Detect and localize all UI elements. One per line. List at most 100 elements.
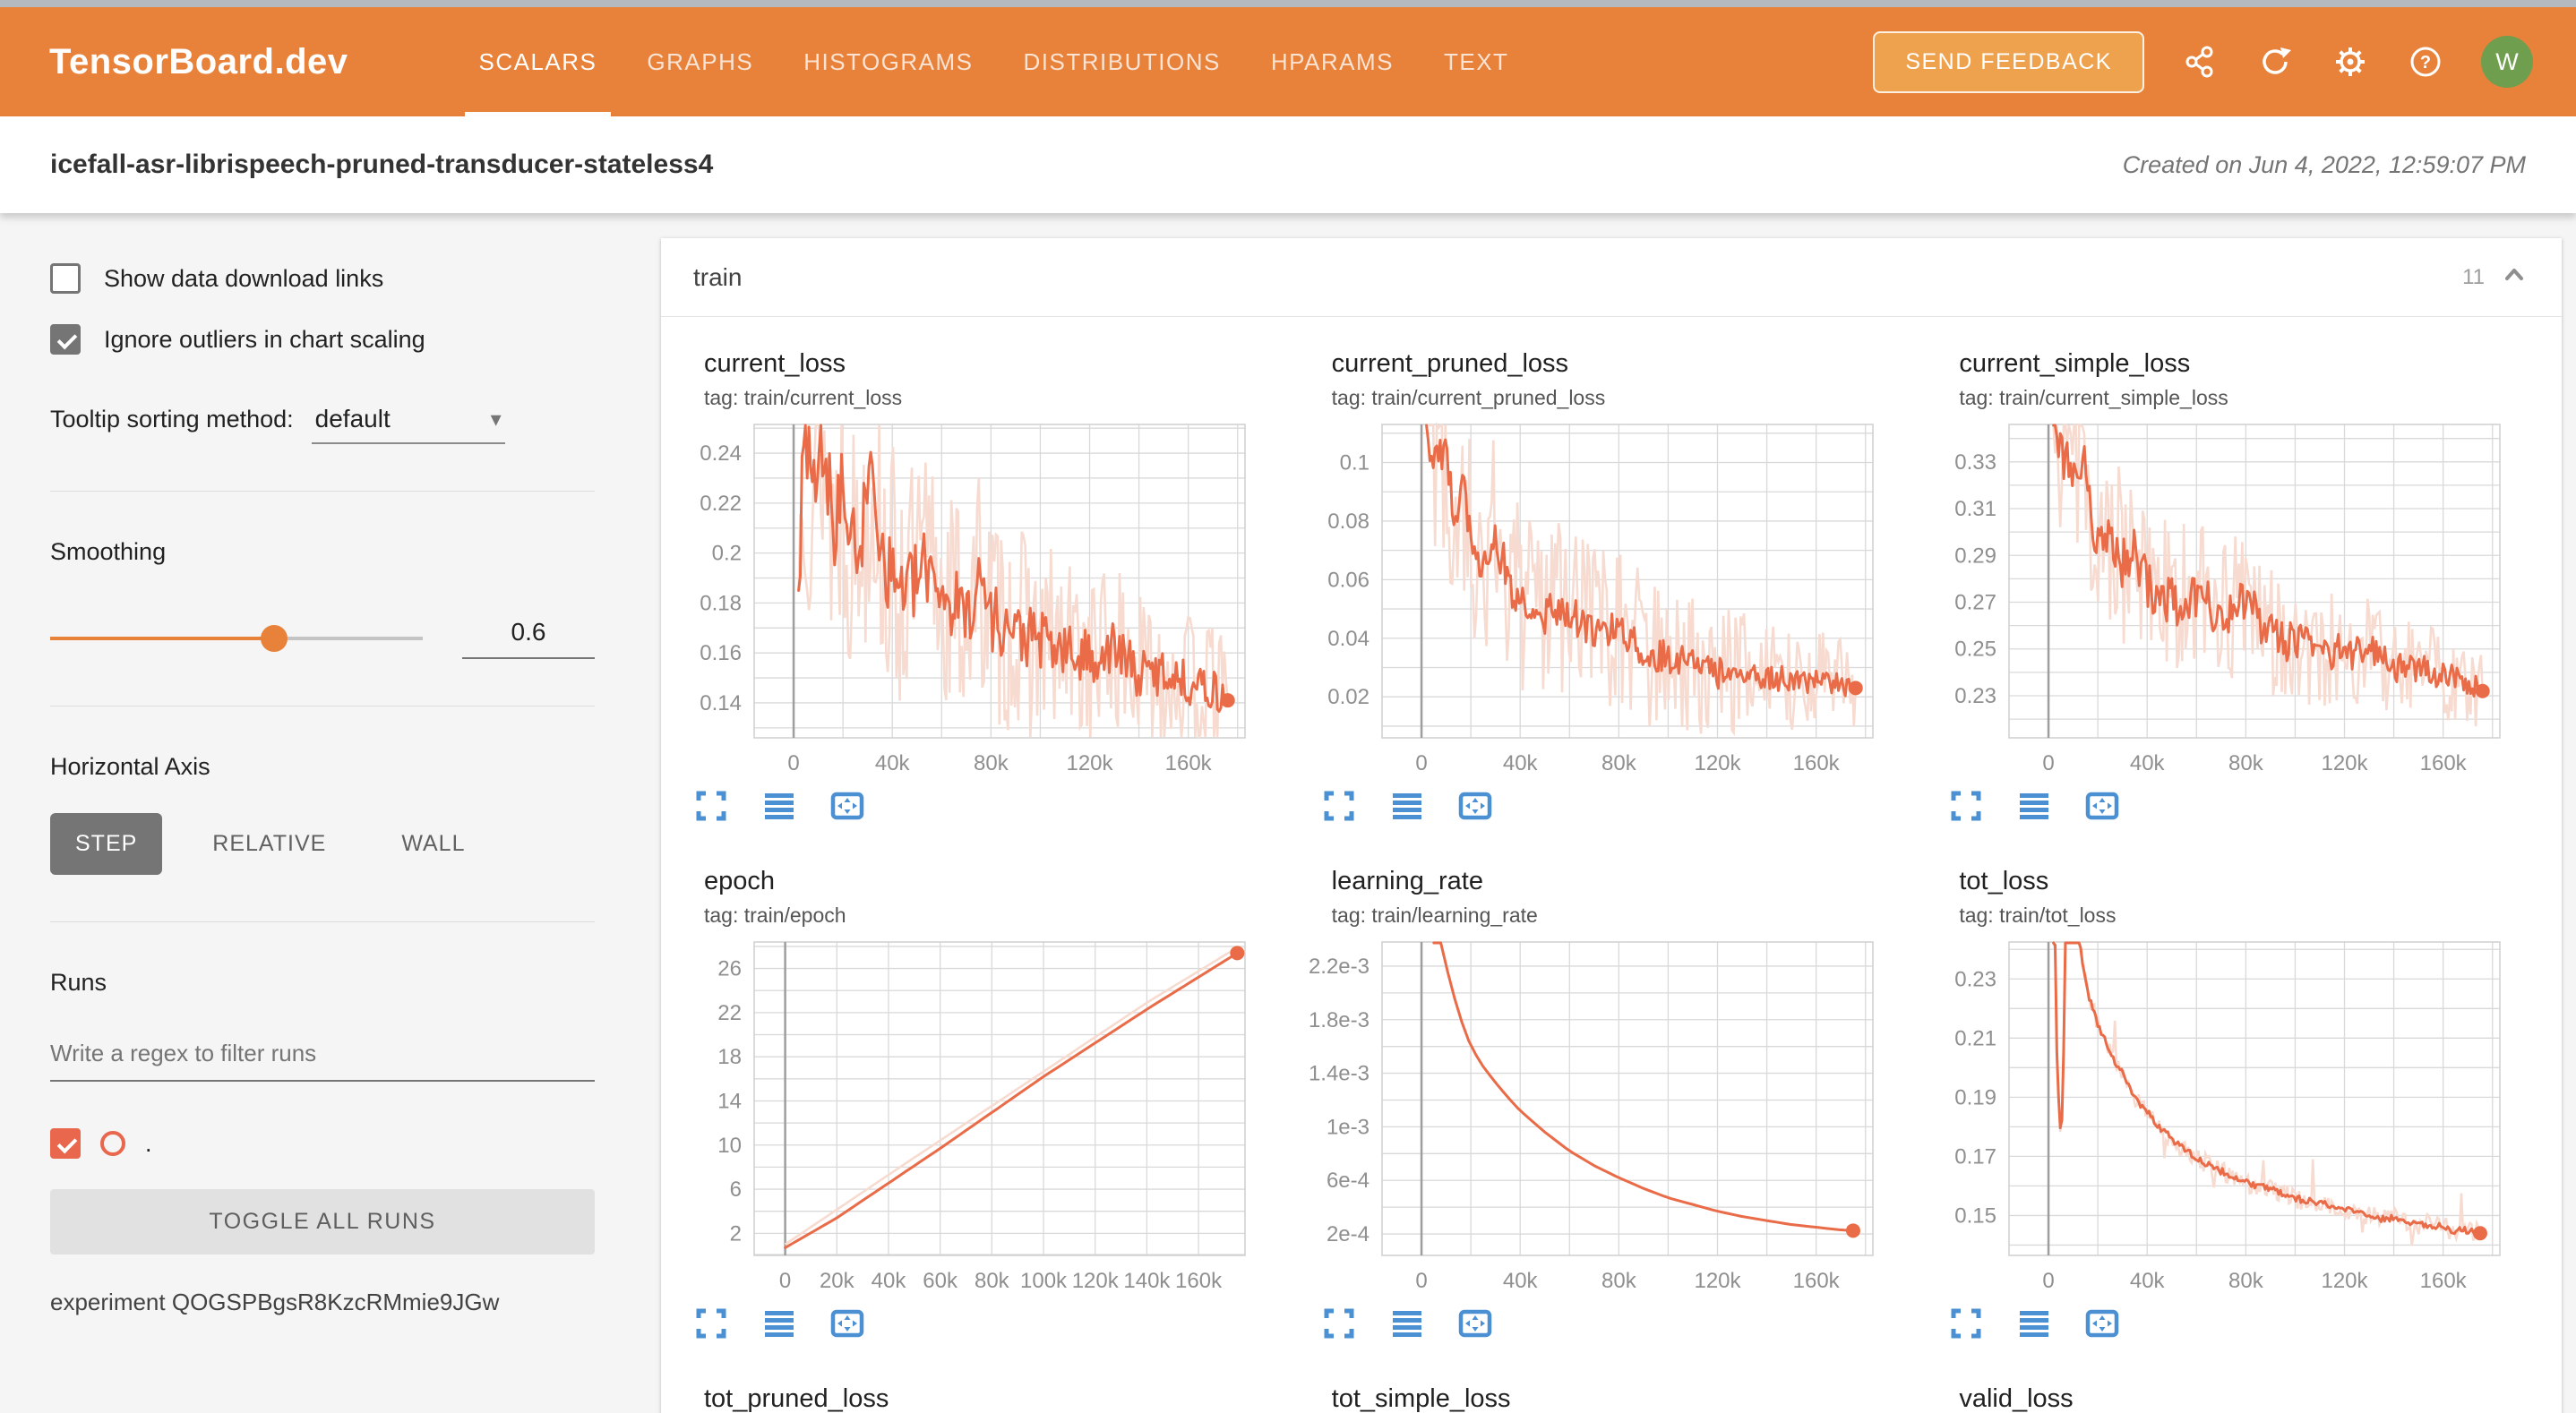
svg-text:80k: 80k	[1601, 1269, 1637, 1293]
svg-text:40k: 40k	[2130, 1269, 2166, 1293]
svg-text:40k: 40k	[875, 751, 911, 775]
runs-list-icon[interactable]	[760, 1304, 799, 1343]
chart-actions	[1946, 786, 2544, 826]
runs-list-icon[interactable]	[2014, 1304, 2054, 1343]
settings-sidebar: Show data download links Ignore outliers…	[0, 213, 645, 1413]
svg-text:10: 10	[717, 1134, 742, 1158]
tab-text[interactable]: TEXT	[1419, 7, 1533, 116]
fullscreen-icon[interactable]	[691, 1304, 731, 1343]
chart-plot[interactable]: 262218141062020k40k60k80k100k120k140k160…	[679, 937, 1252, 1297]
run-checkbox[interactable]	[50, 1128, 81, 1159]
chart-tile: valid_loss tag: train/valid_loss	[1934, 1384, 2544, 1413]
chart-title: learning_rate	[1332, 867, 1917, 896]
train-section-header[interactable]: train 11	[661, 238, 2562, 317]
chart-tile: tot_loss tag: train/tot_loss 0.230.210.1…	[1934, 867, 2544, 1343]
chart-title: tot_pruned_loss	[704, 1384, 1289, 1413]
smoothing-value[interactable]: 0.6	[462, 618, 595, 659]
chart-title: valid_loss	[1959, 1384, 2544, 1413]
svg-text:0.29: 0.29	[1955, 544, 1997, 568]
smoothing-slider-thumb[interactable]	[261, 625, 288, 652]
chart-actions	[1319, 786, 1917, 826]
svg-text:60k: 60k	[923, 1269, 958, 1293]
chart-tag: tag: train/learning_rate	[1332, 903, 1917, 928]
pan-zoom-icon[interactable]	[1455, 786, 1495, 826]
svg-text:0.17: 0.17	[1955, 1144, 1997, 1169]
fullscreen-icon[interactable]	[1319, 786, 1359, 826]
pan-zoom-icon[interactable]	[1455, 1304, 1495, 1343]
axis-wall-button[interactable]: WALL	[376, 813, 490, 875]
app-header: TensorBoard.dev SCALARS GRAPHS HISTOGRAM…	[0, 7, 2576, 116]
svg-text:0.27: 0.27	[1955, 591, 1997, 615]
help-icon[interactable]: ?	[2406, 42, 2445, 81]
tab-histograms[interactable]: HISTOGRAMS	[778, 7, 998, 116]
pan-zoom-icon[interactable]	[828, 786, 867, 826]
svg-text:80k: 80k	[2228, 1269, 2264, 1293]
runs-list-icon[interactable]	[1387, 786, 1427, 826]
smoothing-slider[interactable]	[50, 637, 423, 640]
fullscreen-icon[interactable]	[1946, 1304, 1986, 1343]
pan-zoom-icon[interactable]	[2082, 1304, 2122, 1343]
chart-plot[interactable]: 0.10.080.060.040.02040k80k120k160k	[1307, 419, 1880, 779]
charts-grid: current_loss tag: train/current_loss 0.2…	[661, 317, 2562, 1413]
run-color-swatch[interactable]	[100, 1131, 125, 1156]
svg-text:1e-3: 1e-3	[1327, 1115, 1370, 1139]
app-logo[interactable]: TensorBoard.dev	[49, 42, 348, 82]
sidebar-divider	[50, 921, 595, 922]
svg-text:0.06: 0.06	[1327, 568, 1370, 592]
pan-zoom-icon[interactable]	[2082, 786, 2122, 826]
tooltip-sorting-select[interactable]: default ▾	[312, 405, 505, 444]
svg-text:20k: 20k	[820, 1269, 855, 1293]
gear-icon[interactable]	[2331, 42, 2370, 81]
share-icon[interactable]	[2180, 42, 2220, 81]
axis-relative-button[interactable]: RELATIVE	[187, 813, 351, 875]
fullscreen-icon[interactable]	[691, 786, 731, 826]
runs-filter-input[interactable]	[50, 1032, 595, 1082]
svg-text:160k: 160k	[2420, 1269, 2468, 1293]
svg-text:40k: 40k	[2130, 751, 2166, 775]
chart-title: epoch	[704, 867, 1289, 896]
send-feedback-button[interactable]: SEND FEEDBACK	[1873, 31, 2144, 93]
chart-plot[interactable]: 0.330.310.290.270.250.23040k80k120k160k	[1934, 419, 2507, 779]
svg-text:160k: 160k	[2420, 751, 2468, 775]
svg-text:0.25: 0.25	[1955, 638, 1997, 662]
ignore-outliers-checkbox[interactable]	[50, 324, 81, 355]
svg-text:120k: 120k	[1072, 1269, 1120, 1293]
user-avatar[interactable]: W	[2481, 36, 2533, 88]
svg-text:0.19: 0.19	[1955, 1085, 1997, 1109]
toggle-all-runs-button[interactable]: TOGGLE ALL RUNS	[50, 1189, 595, 1255]
svg-text:0.15: 0.15	[1955, 1203, 1997, 1228]
svg-text:80k: 80k	[975, 1269, 1010, 1293]
chart-plot[interactable]: 0.240.220.20.180.160.14040k80k120k160k	[679, 419, 1252, 779]
svg-text:?: ?	[2420, 53, 2431, 73]
smoothing-slider-fill	[50, 637, 274, 640]
svg-text:0.31: 0.31	[1955, 497, 1997, 521]
tab-scalars[interactable]: SCALARS	[454, 7, 623, 116]
runs-list-icon[interactable]	[760, 786, 799, 826]
fullscreen-icon[interactable]	[1946, 786, 1986, 826]
show-download-links-checkbox[interactable]	[50, 263, 81, 294]
tab-hparams[interactable]: HPARAMS	[1246, 7, 1419, 116]
svg-text:40k: 40k	[1503, 1269, 1539, 1293]
pan-zoom-icon[interactable]	[828, 1304, 867, 1343]
runs-list-icon[interactable]	[1387, 1304, 1427, 1343]
show-download-links-row: Show data download links	[50, 263, 595, 294]
tooltip-sorting-row: Tooltip sorting method: default ▾	[50, 405, 595, 444]
axis-step-button[interactable]: STEP	[50, 813, 162, 875]
svg-text:6e-4: 6e-4	[1327, 1169, 1370, 1193]
runs-list-icon[interactable]	[2014, 786, 2054, 826]
refresh-icon[interactable]	[2255, 42, 2295, 81]
tab-distributions[interactable]: DISTRIBUTIONS	[999, 7, 1246, 116]
svg-text:0: 0	[779, 1269, 791, 1293]
chart-plot[interactable]: 2.2e-31.8e-31.4e-31e-36e-42e-4040k80k120…	[1307, 937, 1880, 1297]
svg-text:1.8e-3: 1.8e-3	[1309, 1008, 1370, 1032]
chart-actions	[691, 1304, 1289, 1343]
run-item: .	[50, 1128, 595, 1159]
tab-graphs[interactable]: GRAPHS	[622, 7, 778, 116]
svg-text:160k: 160k	[1792, 1269, 1840, 1293]
chart-tag: tag: train/tot_loss	[1959, 903, 2544, 928]
header-actions: SEND FEEDBACK	[1873, 31, 2533, 93]
chart-plot[interactable]: 0.230.210.190.170.15040k80k120k160k	[1934, 937, 2507, 1297]
main-nav: SCALARS GRAPHS HISTOGRAMS DISTRIBUTIONS …	[454, 7, 1534, 116]
collapse-chevron-up-icon[interactable]	[2499, 260, 2529, 295]
fullscreen-icon[interactable]	[1319, 1304, 1359, 1343]
